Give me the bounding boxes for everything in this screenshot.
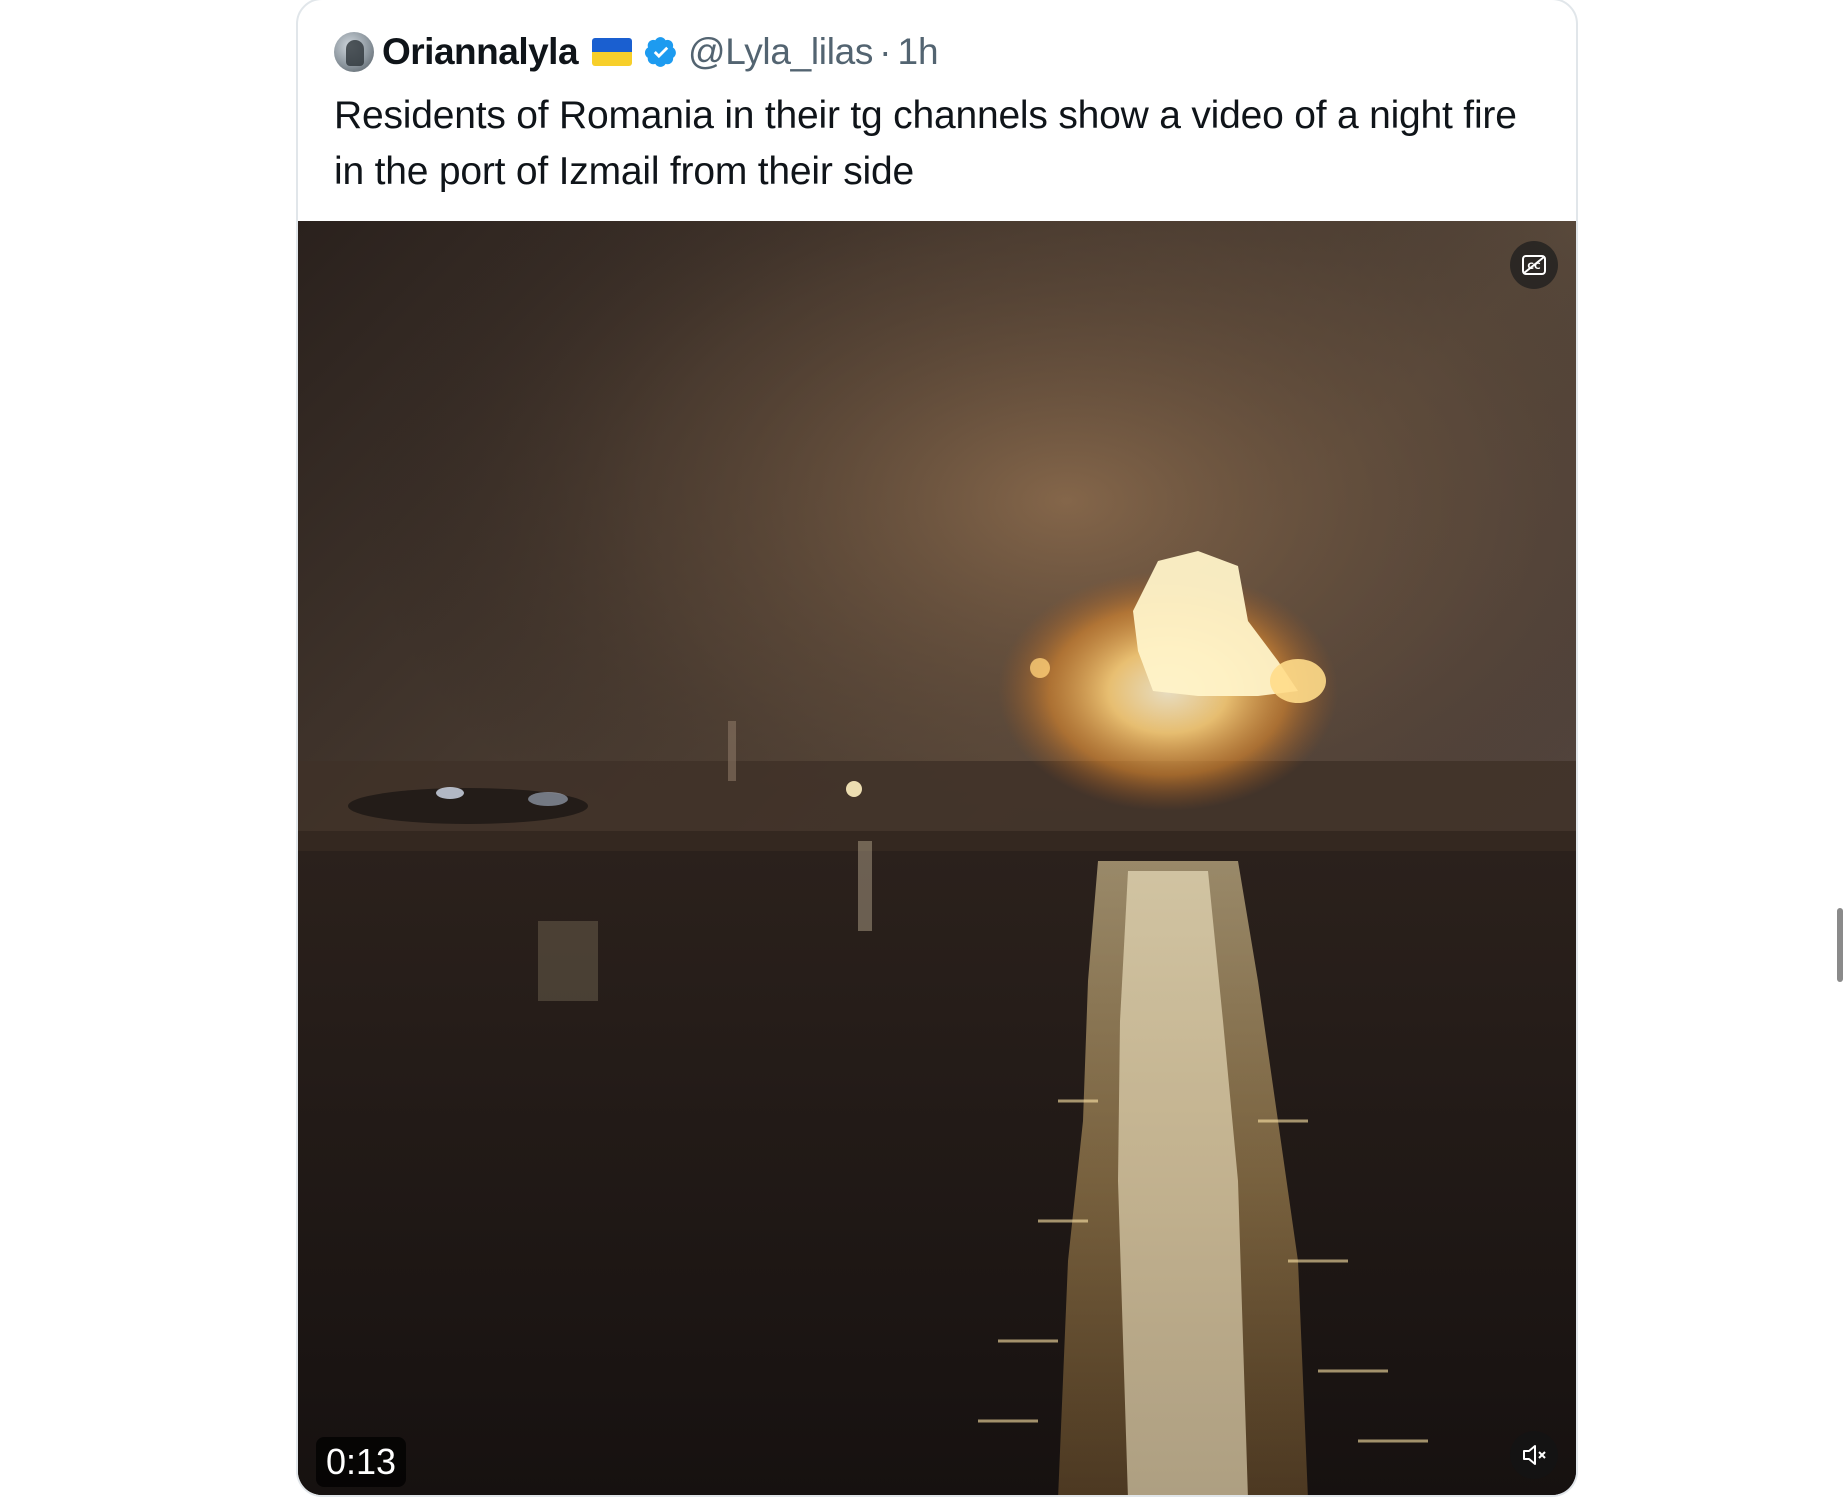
page-scrollbar[interactable] [1837, 908, 1843, 982]
unmute-button[interactable] [1510, 1431, 1558, 1479]
quoted-tweet-card[interactable]: Oriannalyla @Lyla_lilas · 1h Residents o… [296, 0, 1578, 1497]
video-player[interactable]: CC 0:13 [298, 221, 1576, 1495]
verified-badge-icon [644, 37, 676, 67]
avatar[interactable] [334, 32, 374, 72]
ukraine-flag-icon [592, 38, 633, 66]
timestamp[interactable]: 1h [897, 31, 938, 73]
tweet-header: Oriannalyla @Lyla_lilas · 1h [334, 30, 939, 74]
closed-captions-icon: CC [1522, 255, 1546, 275]
svg-text:CC: CC [1527, 262, 1541, 272]
muted-speaker-icon [1523, 1445, 1546, 1465]
page: Oriannalyla @Lyla_lilas · 1h Residents o… [0, 0, 1845, 1497]
separator-dot: · [879, 31, 892, 72]
user-handle[interactable]: @Lyla_lilas [688, 31, 873, 73]
video-duration: 0:13 [316, 1437, 407, 1487]
display-name[interactable]: Oriannalyla [382, 31, 579, 73]
video-frame [298, 221, 1576, 1495]
captions-button[interactable]: CC [1510, 241, 1558, 289]
tweet-text: Residents of Romania in their tg channel… [334, 94, 1517, 193]
